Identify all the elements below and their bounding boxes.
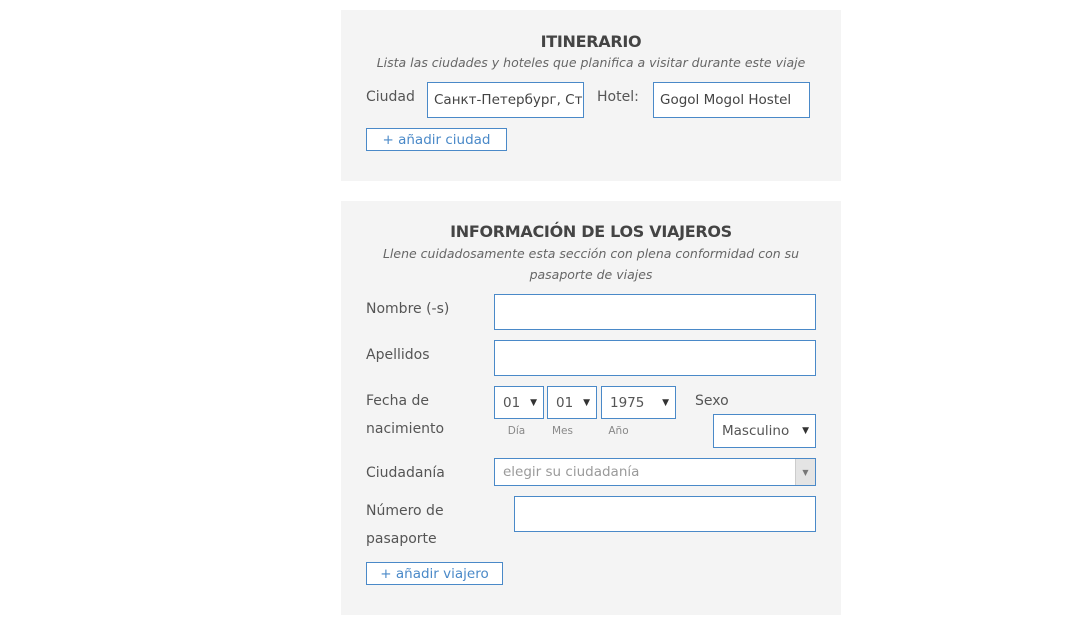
name-input[interactable] bbox=[494, 294, 816, 330]
citizenship-select[interactable]: elegir su ciudadanía ▼ bbox=[494, 458, 816, 486]
add-traveler-button[interactable]: + añadir viajero bbox=[366, 562, 503, 585]
city-input-value: Санкт-Петербург, Ста bbox=[434, 92, 584, 108]
birth-date-label-line1: Fecha de bbox=[366, 393, 429, 409]
chevron-down-icon: ▼ bbox=[530, 397, 537, 408]
surname-input[interactable] bbox=[494, 340, 816, 376]
birth-day-select[interactable]: 01 ▼ bbox=[494, 386, 544, 419]
passport-label-line1: Número de bbox=[366, 503, 444, 519]
chevron-down-icon: ▼ bbox=[802, 426, 809, 436]
citizenship-placeholder: elegir su ciudadanía bbox=[503, 464, 640, 480]
travelers-title: INFORMACIÓN DE LOS VIAJEROS bbox=[450, 222, 732, 241]
city-label: Ciudad bbox=[366, 89, 415, 105]
travelers-subtitle-line1: Llene cuidadosamente esta sección con pl… bbox=[382, 246, 800, 261]
birth-year-select[interactable]: 1975 ▼ bbox=[601, 386, 676, 419]
passport-label-line2: pasaporte bbox=[366, 531, 437, 547]
hotel-input-value: Gogol Mogol Hostel bbox=[660, 92, 792, 108]
birth-day-caption: Día bbox=[507, 425, 526, 437]
birth-year-value: 1975 bbox=[610, 394, 645, 411]
chevron-down-icon: ▼ bbox=[583, 397, 590, 408]
itinerary-subtitle: Lista las ciudades y hoteles que planifi… bbox=[376, 55, 806, 70]
itinerary-section: ITINERARIO Lista las ciudades y hoteles … bbox=[341, 10, 841, 181]
itinerary-title: ITINERARIO bbox=[540, 32, 642, 51]
chevron-down-icon: ▼ bbox=[662, 397, 669, 408]
sex-value: Masculino bbox=[722, 423, 790, 439]
birth-date-label-line2: nacimiento bbox=[366, 421, 445, 437]
sex-label: Sexo bbox=[695, 393, 729, 409]
birth-month-caption: Mes bbox=[552, 425, 573, 437]
travelers-subtitle-line2: pasaporte de viajes bbox=[529, 267, 653, 282]
birth-day-value: 01 bbox=[503, 394, 521, 411]
birth-month-value: 01 bbox=[556, 394, 574, 411]
hotel-input[interactable]: Gogol Mogol Hostel bbox=[653, 82, 810, 118]
hotel-label: Hotel: bbox=[597, 89, 639, 105]
travelers-section: INFORMACIÓN DE LOS VIAJEROS Llene cuidad… bbox=[341, 201, 841, 615]
citizenship-label: Ciudadanía bbox=[366, 465, 445, 481]
sex-select[interactable]: Masculino ▼ bbox=[713, 414, 816, 448]
birth-year-caption: Año bbox=[608, 425, 629, 437]
birth-month-select[interactable]: 01 ▼ bbox=[547, 386, 597, 419]
surname-label: Apellidos bbox=[366, 347, 430, 363]
passport-number-input[interactable] bbox=[514, 496, 816, 532]
city-input[interactable]: Санкт-Петербург, Ста bbox=[427, 82, 584, 118]
add-city-button[interactable]: + añadir ciudad bbox=[366, 128, 507, 151]
name-label: Nombre (-s) bbox=[366, 301, 450, 317]
chevron-down-icon[interactable]: ▼ bbox=[795, 459, 815, 485]
